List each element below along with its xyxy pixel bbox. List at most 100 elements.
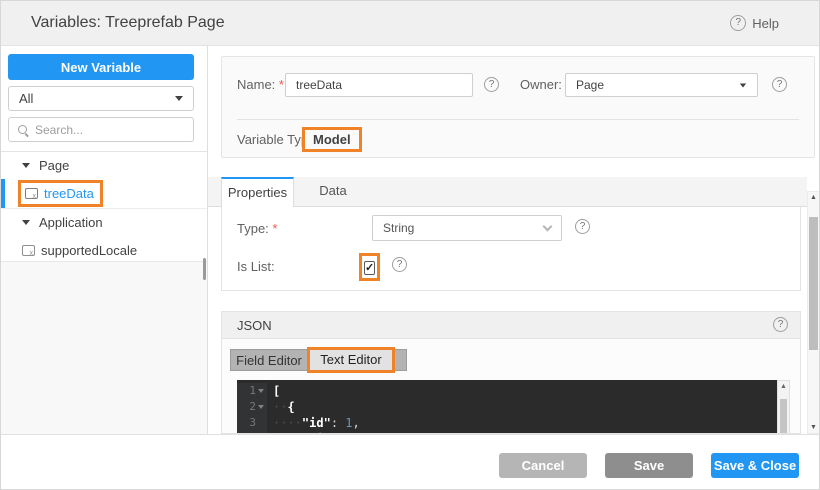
variable-type-row: Variable Type: Model [222,127,814,153]
caret-down-icon [175,96,183,101]
json-header: JSON ? [222,312,800,339]
tab-properties[interactable]: Properties [221,177,294,207]
help-button[interactable]: ? Help [730,15,779,31]
line-number: 2 [249,399,256,415]
code-line: 1 [ [237,383,777,399]
json-title: JSON [237,318,272,333]
name-owner-row: Name: * ? Owner: * Page ? [222,73,814,97]
form-divider [237,119,799,120]
sidebar-scrollbar[interactable] [203,258,206,280]
token-colon: : [331,416,345,430]
scroll-down-icon[interactable]: ▼ [808,424,819,431]
tree-item-treedata[interactable]: treeData [1,179,207,209]
owner-label: Owner: * [520,73,571,97]
sidebar-empty-area [1,261,207,434]
search-icon [17,124,29,136]
tree-item-label: treeData [44,186,94,201]
token-bracket: { [287,400,294,414]
scrollbar-thumb[interactable] [809,217,818,350]
whitespace-dots: ·· [273,400,287,414]
variable-icon [22,245,35,256]
name-label: Name: * [237,73,284,97]
code-line: 3 ····"id": 1, [237,415,777,431]
is-list-checkbox[interactable]: ✓ [364,261,375,275]
type-label: Type: * [237,221,277,236]
scroll-up-icon[interactable]: ▲ [808,194,819,201]
tree-group-page[interactable]: Page [1,152,207,179]
owner-select[interactable]: Page [565,73,758,97]
chevron-down-icon [543,221,553,231]
variable-detail-panel: Name: * ? Owner: * Page ? Variable Type:… [208,46,820,434]
variable-icon [25,188,38,199]
dialog-header: Variables: Treeprefab Page ? Help [1,1,820,46]
check-icon: ✓ [365,262,374,274]
type-help-icon[interactable]: ? [575,219,590,234]
help-label: Help [752,16,779,31]
save-button[interactable]: Save [605,453,693,478]
token-number: 1 [345,416,352,430]
variable-type-value: Model [302,127,362,152]
variables-dialog: Variables: Treeprefab Page ? Help New Va… [0,0,820,490]
token-bracket: [ [273,384,280,398]
variables-tree: Page treeData Application supportedLocal… [1,151,207,266]
help-icon: ? [730,15,746,31]
tree-item-label: supportedLocale [41,243,137,258]
json-code-editor[interactable]: 1 [ 2 ··{ 3 ····"id": 1, 4 ····"title": … [237,380,777,434]
type-select[interactable]: String [372,215,562,241]
tree-group-label: Page [39,158,69,173]
gutter: 1 [237,383,267,399]
scroll-up-icon[interactable]: ▲ [778,383,789,390]
whitespace-dots: ···· [273,416,302,430]
code-text: ····"id": 1, [267,415,360,431]
is-list-help-icon[interactable]: ? [392,257,407,272]
code-line: 2 ··{ [237,399,777,415]
main-scrollbar[interactable]: ▲ ▼ [807,191,820,434]
name-input[interactable] [285,73,473,97]
line-number: 3 [249,415,256,431]
editor-scrollbar[interactable]: ▲ [777,380,790,434]
tree-group-application[interactable]: Application [1,209,207,236]
tab-data[interactable]: Data [308,177,358,207]
required-asterisk: * [279,77,284,92]
variable-form-panel: Name: * ? Owner: * Page ? Variable Type:… [221,56,815,158]
search-placeholder: Search... [35,123,83,137]
fold-icon[interactable] [258,405,264,409]
line-number: 1 [249,383,256,399]
tree-item-content: supportedLocale [18,240,143,261]
annotation-box: treeData [18,180,103,207]
variable-filter-select[interactable]: All [8,86,194,111]
cancel-button[interactable]: Cancel [499,453,587,478]
code-text: [ [267,383,280,399]
owner-help-icon[interactable]: ? [772,77,787,92]
scrollbar-thumb[interactable] [780,399,787,433]
caret-down-icon [22,220,30,225]
editor-mode-toggle: Field Editor Text Editor [230,349,407,371]
save-close-button[interactable]: Save & Close [711,453,799,478]
toggle-end-cap [395,349,407,371]
filter-selected-value: All [19,91,33,106]
search-input[interactable]: Search... [8,117,194,142]
variables-sidebar: New Variable All Search... Page treeData [1,46,208,434]
json-section: JSON ? Field Editor Text Editor 1 [ 2 ··… [221,311,801,434]
is-list-label: Is List: [237,259,275,274]
caret-down-icon [22,163,30,168]
text-editor-button[interactable]: Text Editor [307,347,395,373]
token-key: "id" [302,416,331,430]
tab-strip: Properties Data [208,177,807,207]
annotation-box: ✓ [359,253,380,281]
json-help-icon[interactable]: ? [773,317,788,332]
type-selected-value: String [383,221,414,235]
tree-group-label: Application [39,215,103,230]
code-text: ··{ [267,399,295,415]
properties-panel: Type: * String ? Is List: ✓ ? [221,207,801,291]
dialog-footer: Cancel Save Save & Close [1,434,820,490]
field-editor-button[interactable]: Field Editor [230,349,307,371]
new-variable-button[interactable]: New Variable [8,54,194,80]
page-title: Variables: Treeprefab Page [31,14,225,32]
fold-icon[interactable] [258,389,264,393]
gutter: 3 [237,415,267,431]
name-help-icon[interactable]: ? [484,77,499,92]
owner-selected-value: Page [576,78,604,92]
token-comma: , [353,416,360,430]
gutter: 2 [237,399,267,415]
